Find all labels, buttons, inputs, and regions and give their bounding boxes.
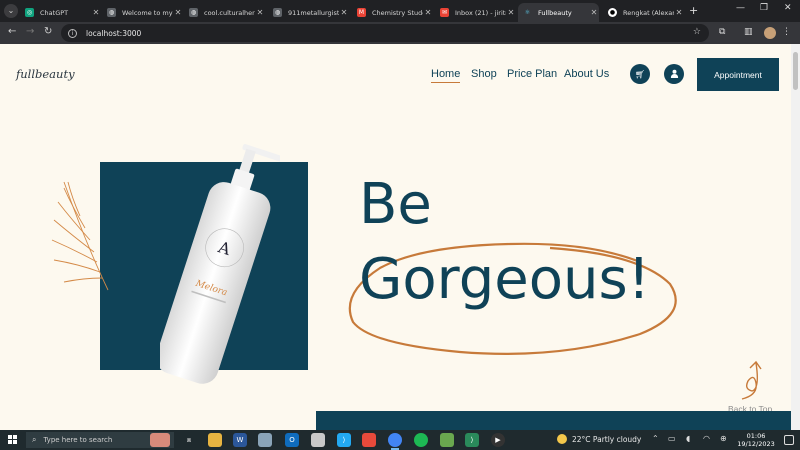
word-icon[interactable]: W — [233, 433, 247, 447]
tab-title: Welcome to my — [122, 8, 173, 17]
tab-title: Fullbeauty — [538, 8, 572, 17]
chrome-icon[interactable] — [388, 433, 402, 450]
nav-shop[interactable]: Shop — [471, 68, 497, 80]
nav-about-us[interactable]: About Us — [564, 68, 609, 80]
nav-home[interactable]: Home — [431, 68, 461, 83]
hero-heading-line1: Be — [359, 172, 432, 237]
search-icon: ⌕ — [32, 435, 37, 444]
notifications-icon[interactable] — [784, 435, 794, 445]
os-taskbar: ⌕ Type here to search ⧈ W O ⟩ ⟩ ▶ 22°C P… — [0, 430, 800, 450]
globe-icon: ◍ — [107, 8, 116, 17]
globe-icon: ◍ — [273, 8, 282, 17]
palm-leaf-decoration — [51, 181, 109, 291]
mail-icon: ✉ — [440, 8, 449, 17]
page-viewport: fullbeauty Home Shop Price Plan About Us… — [0, 44, 800, 430]
windows-start-icon[interactable] — [8, 435, 18, 445]
close-window-icon[interactable]: ✕ — [784, 3, 792, 13]
menu-kebab-icon[interactable]: ⋮ — [782, 27, 791, 37]
clock-time: 01:06 — [746, 432, 766, 440]
browser-tab-active[interactable]: ⚛ Fullbeauty ✕ — [518, 3, 599, 22]
close-icon[interactable]: ✕ — [506, 8, 516, 17]
address-bar[interactable]: i localhost:3000 ☆ — [61, 24, 709, 42]
user-button[interactable] — [664, 64, 684, 84]
cart-button[interactable]: 🛒︎ — [630, 64, 650, 84]
hero-heading-line2: Gorgeous! — [359, 247, 651, 312]
weather-widget[interactable]: 22°C Partly cloudy — [557, 434, 641, 444]
tab-title: cool.culturalheri — [204, 8, 255, 17]
search-highlight-icon[interactable] — [150, 433, 170, 447]
partly-cloudy-icon — [557, 434, 567, 444]
bookmark-star-icon[interactable]: ☆ — [693, 27, 701, 37]
close-icon[interactable]: ✕ — [173, 8, 183, 17]
forward-arrow-icon[interactable]: → — [26, 26, 34, 37]
close-icon[interactable]: ✕ — [674, 8, 684, 17]
cart-icon: 🛒︎ — [634, 69, 646, 79]
printer-icon[interactable] — [258, 433, 272, 447]
app-green-icon[interactable] — [440, 433, 454, 447]
outlook-icon[interactable]: O — [285, 433, 299, 447]
github-icon: ● — [608, 8, 617, 17]
browser-tab[interactable]: ● Rengkat (Alexan ✕ — [603, 3, 684, 22]
reload-icon[interactable]: ↻ — [44, 26, 52, 37]
close-icon[interactable]: ✕ — [339, 8, 349, 17]
battery-icon[interactable]: ▭ — [668, 434, 676, 443]
user-icon — [670, 69, 679, 80]
wifi-icon[interactable]: ◠ — [703, 434, 710, 443]
minimize-icon[interactable]: — — [736, 3, 745, 13]
extensions-icon[interactable]: ⧉ — [719, 27, 725, 37]
browser-tab[interactable]: ◍ 911metallurgist.c ✕ — [268, 3, 349, 22]
taskbar-clock[interactable]: 01:06 19/12/2023 — [736, 432, 776, 448]
address-toolbar: ← → ↻ i localhost:3000 ☆ ⧉ ▥ ⋮ — [0, 22, 800, 44]
tab-title: ChatGPT — [40, 8, 69, 17]
url-text[interactable]: localhost:3000 — [86, 29, 141, 38]
tab-search-icon[interactable]: ⌄ — [4, 4, 18, 18]
weather-text: 22°C Partly cloudy — [572, 434, 642, 444]
network-icon[interactable]: ⊕ — [720, 434, 727, 443]
tab-title: Inbox (21) - jiritr — [455, 8, 506, 17]
file-explorer-icon[interactable] — [208, 433, 222, 447]
close-icon[interactable]: ✕ — [423, 8, 433, 17]
tab-title: Chemistry Stude — [372, 8, 423, 17]
next-section-band — [316, 411, 791, 430]
globe-icon: ◍ — [189, 8, 198, 17]
search-placeholder: Type here to search — [43, 436, 113, 444]
chatgpt-icon: ◎ — [25, 8, 34, 17]
new-tab-button[interactable]: + — [689, 4, 698, 17]
browser-tab[interactable]: ◍ cool.culturalheri ✕ — [184, 3, 265, 22]
browser-tab[interactable]: ◎ ChatGPT ✕ — [20, 3, 101, 22]
side-panel-icon[interactable]: ▥ — [744, 27, 753, 37]
back-to-top-arrow-icon[interactable] — [730, 359, 770, 403]
appointment-button[interactable]: Appointment — [697, 58, 779, 91]
close-icon[interactable]: ✕ — [589, 8, 599, 17]
browser-tab-strip: ⌄ ◎ ChatGPT ✕ ◍ Welcome to my ✕ ◍ cool.c… — [0, 0, 800, 22]
scrollbar-thumb[interactable] — [793, 52, 798, 90]
close-icon[interactable]: ✕ — [91, 8, 101, 17]
browser-tab[interactable]: M Chemistry Stude ✕ — [352, 3, 433, 22]
page-scrollbar[interactable] — [791, 44, 800, 430]
browser-tab[interactable]: ◍ Welcome to my ✕ — [102, 3, 183, 22]
product-bottle-image: A Melora — [160, 144, 280, 384]
profile-avatar[interactable] — [764, 27, 776, 39]
spotify-icon[interactable] — [414, 433, 428, 447]
close-icon[interactable]: ✕ — [255, 8, 265, 17]
app-red-icon[interactable] — [362, 433, 376, 447]
chevron-up-icon[interactable]: ⌃ — [652, 434, 659, 443]
paint-icon[interactable] — [311, 433, 325, 447]
tab-title: 911metallurgist.c — [288, 8, 339, 17]
task-view-icon[interactable]: ⧈ — [182, 433, 196, 447]
browser-tab[interactable]: ✉ Inbox (21) - jiritr ✕ — [435, 3, 516, 22]
restore-icon[interactable]: ❐ — [760, 3, 768, 13]
site-info-icon[interactable]: i — [68, 28, 77, 38]
volume-icon[interactable]: ◖ — [686, 434, 690, 443]
media-player-icon[interactable]: ▶ — [491, 433, 505, 447]
back-arrow-icon[interactable]: ← — [8, 26, 16, 37]
gmail-icon: M — [357, 8, 366, 17]
clock-date: 19/12/2023 — [737, 440, 775, 448]
react-icon: ⚛ — [524, 9, 531, 16]
site-logo[interactable]: fullbeauty — [16, 67, 75, 81]
vscode-alt-icon[interactable]: ⟩ — [465, 433, 479, 447]
vscode-icon[interactable]: ⟩ — [337, 433, 351, 447]
nav-price-plan[interactable]: Price Plan — [507, 68, 557, 80]
tab-title: Rengkat (Alexan — [623, 8, 674, 17]
